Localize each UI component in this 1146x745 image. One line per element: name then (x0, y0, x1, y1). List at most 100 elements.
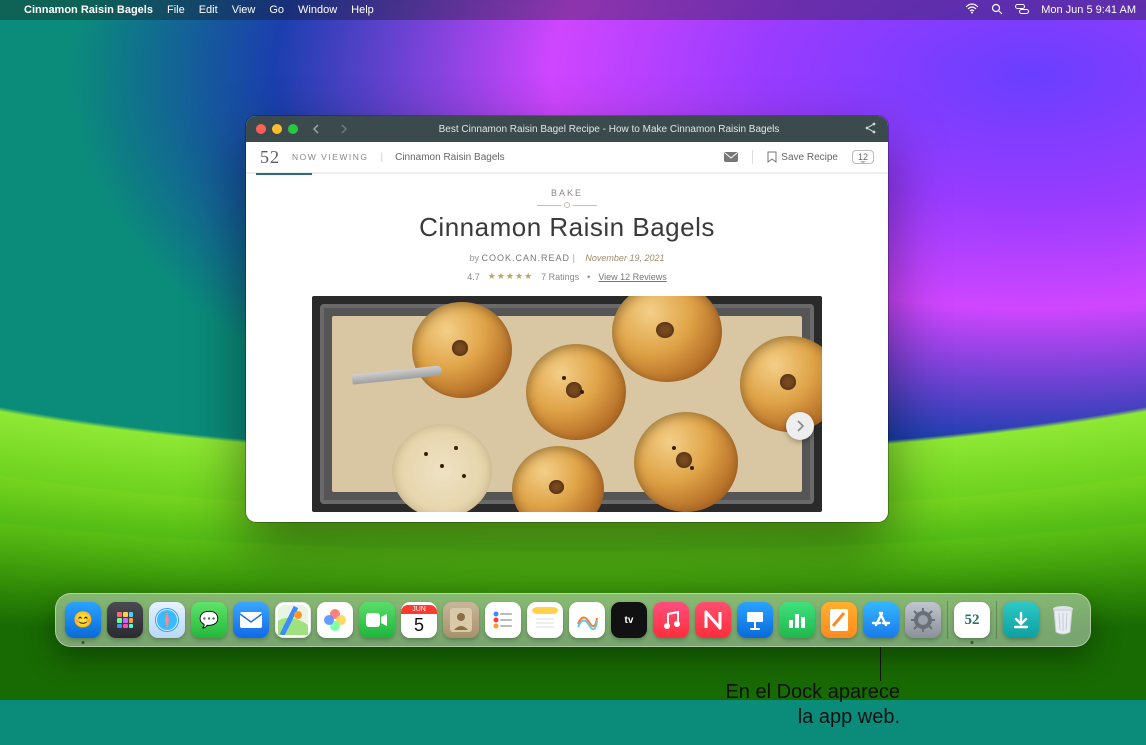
minimize-button[interactable] (272, 124, 282, 134)
dock-photos[interactable] (317, 602, 353, 638)
dock-notes[interactable] (527, 602, 563, 638)
dock-finder[interactable]: 😊 (65, 602, 101, 638)
tv-icon: tv (618, 611, 640, 629)
rating-row: 4.7 ★★★★★ 7 Ratings • View 12 Reviews (306, 271, 828, 282)
window-title: Best Cinnamon Raisin Bagel Recipe - How … (362, 124, 856, 135)
rating-value: 4.7 (467, 272, 480, 282)
dock-appstore[interactable] (863, 602, 899, 638)
menubar-app-name[interactable]: Cinnamon Raisin Bagels (24, 4, 153, 16)
dock: 😊 💬 JUN 5 (55, 593, 1091, 647)
dock-numbers[interactable] (779, 602, 815, 638)
callout-line1: En el Dock aparece (560, 680, 900, 705)
email-icon[interactable] (724, 152, 738, 162)
dock-pages[interactable] (821, 602, 857, 638)
dock-tv[interactable]: tv (611, 602, 647, 638)
menu-edit[interactable]: Edit (199, 4, 218, 16)
keynote-icon (744, 609, 766, 631)
dock-keynote[interactable] (737, 602, 773, 638)
notes-icon (532, 607, 558, 633)
downloads-icon (1011, 610, 1031, 630)
by-prefix: by (470, 253, 480, 263)
article-title: Cinnamon Raisin Bagels (306, 212, 828, 243)
finder-icon: 😊 (73, 610, 93, 630)
article-content: BAKE Cinnamon Raisin Bagels by COOK.CAN.… (246, 174, 888, 512)
callout-leader-line (880, 647, 881, 681)
safari-icon (153, 606, 181, 634)
wifi-icon[interactable] (965, 3, 979, 17)
photos-icon (323, 608, 347, 632)
reminders-icon (492, 609, 514, 631)
site-header: 52 NOW VIEWING | Cinnamon Raisin Bagels … (246, 142, 888, 174)
author-link[interactable]: COOK.CAN.READ (482, 253, 571, 263)
pages-icon (830, 609, 848, 631)
comment-count: 12 (858, 152, 868, 162)
dock-maps[interactable] (275, 602, 311, 638)
calendar-month: JUN (401, 605, 437, 614)
menu-go[interactable]: Go (269, 4, 284, 16)
webapp-window: Best Cinnamon Raisin Bagel Recipe - How … (246, 116, 888, 522)
dock-calendar[interactable]: JUN 5 (401, 602, 437, 638)
dock-safari[interactable] (149, 602, 185, 638)
forward-button[interactable] (334, 121, 354, 137)
category-label[interactable]: BAKE (306, 188, 828, 198)
facetime-icon (366, 612, 388, 628)
dock-divider (996, 601, 997, 639)
dock-contacts[interactable] (443, 602, 479, 638)
save-recipe-button[interactable]: Save Recipe (767, 151, 838, 163)
dock-messages[interactable]: 💬 (191, 602, 227, 638)
star-icons: ★★★★★ (488, 271, 533, 282)
dock-facetime[interactable] (359, 602, 395, 638)
share-icon[interactable] (864, 121, 878, 138)
menu-file[interactable]: File (167, 4, 185, 16)
desktop: Cinnamon Raisin Bagels File Edit View Go… (0, 0, 1146, 745)
dock-reminders[interactable] (485, 602, 521, 638)
dock-settings[interactable] (905, 602, 941, 638)
dock-downloads[interactable] (1003, 602, 1039, 638)
calendar-day: 5 (414, 614, 424, 636)
site-logo[interactable]: 52 (260, 147, 280, 168)
dock-freeform[interactable] (569, 602, 605, 638)
byline: by COOK.CAN.READ | November 19, 2021 (306, 253, 828, 263)
now-viewing-label: NOW VIEWING (292, 152, 368, 162)
comment-count-badge[interactable]: 12 (852, 150, 874, 164)
callout-text: En el Dock aparece la app web. (560, 680, 900, 730)
dock-music[interactable] (653, 602, 689, 638)
logo-underline (256, 173, 312, 175)
separator: | (380, 152, 383, 163)
menu-window[interactable]: Window (298, 4, 337, 16)
menu-view[interactable]: View (232, 4, 256, 16)
callout-line2: la app web. (560, 705, 900, 730)
dock-launchpad[interactable] (107, 602, 143, 638)
dock-mail[interactable] (233, 602, 269, 638)
byline-sep: | (573, 253, 578, 263)
spotlight-icon[interactable] (991, 3, 1003, 18)
titlebar[interactable]: Best Cinnamon Raisin Bagel Recipe - How … (246, 116, 888, 142)
ornament (537, 202, 597, 208)
menubar-datetime[interactable]: Mon Jun 5 9:41 AM (1041, 4, 1136, 16)
close-button[interactable] (256, 124, 266, 134)
back-button[interactable] (306, 121, 326, 137)
freeform-icon (575, 608, 599, 632)
mail-icon (240, 612, 262, 628)
menu-help[interactable]: Help (351, 4, 374, 16)
hero-image (312, 296, 822, 512)
view-reviews-link[interactable]: View 12 Reviews (598, 272, 666, 282)
traffic-lights (256, 124, 298, 134)
zoom-button[interactable] (288, 124, 298, 134)
contacts-icon (450, 608, 472, 632)
news-icon (704, 610, 722, 630)
control-center-icon[interactable] (1015, 4, 1029, 17)
breadcrumb[interactable]: Cinnamon Raisin Bagels (395, 152, 505, 163)
menubar: Cinnamon Raisin Bagels File Edit View Go… (0, 0, 1146, 20)
ratings-count: 7 Ratings (541, 272, 579, 282)
webapp-label: 52 (965, 612, 980, 629)
bullet: • (587, 272, 590, 282)
dock-news[interactable] (695, 602, 731, 638)
divider (752, 150, 753, 164)
trash-icon (1050, 604, 1076, 636)
numbers-icon (787, 610, 807, 630)
svg-text:tv: tv (625, 615, 634, 626)
carousel-next-button[interactable] (786, 412, 814, 440)
dock-webapp-food52[interactable]: 52 (954, 602, 990, 638)
dock-trash[interactable] (1045, 602, 1081, 638)
